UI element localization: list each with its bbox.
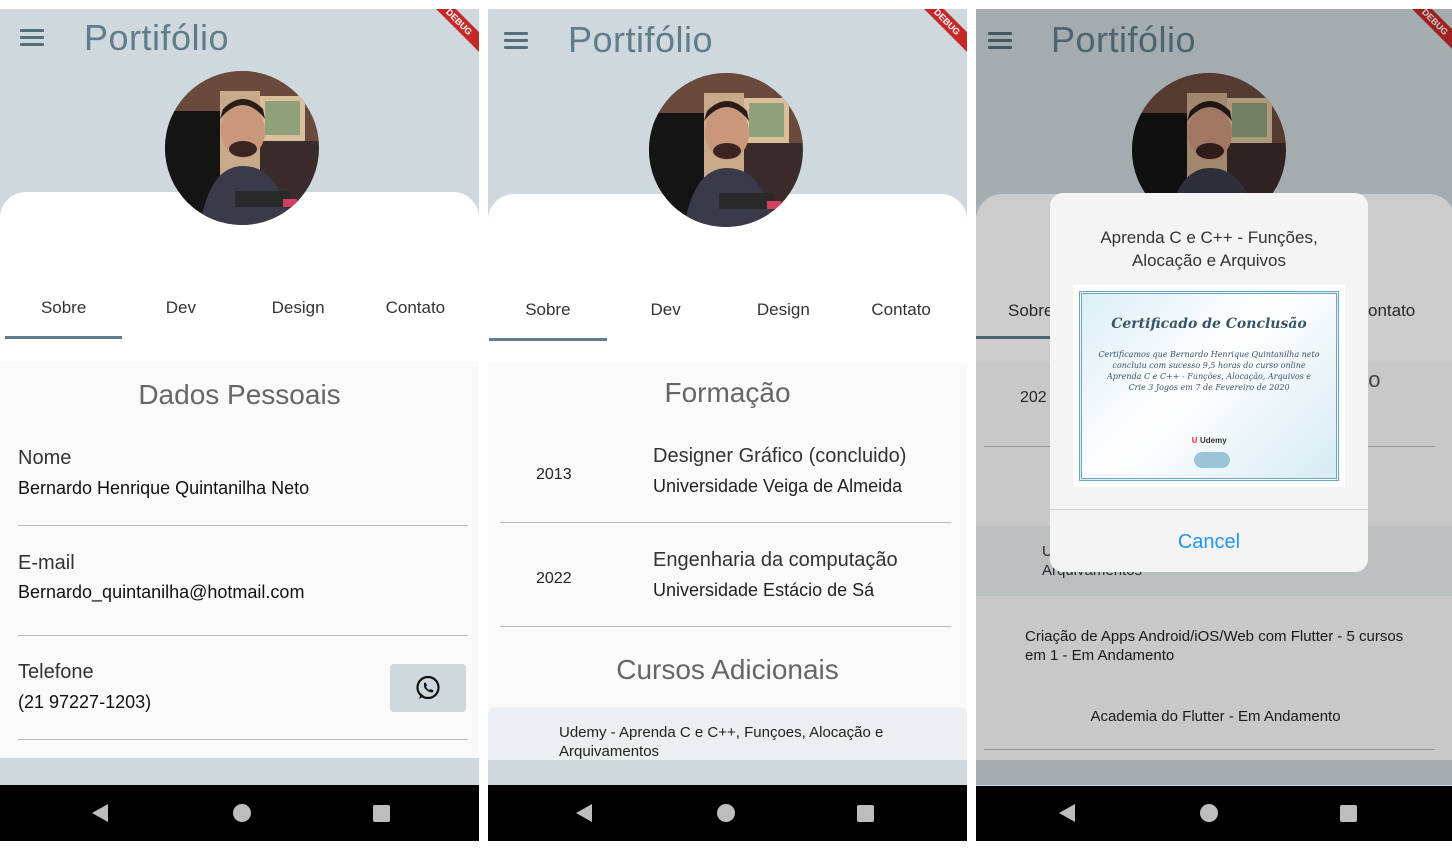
tab-contato[interactable]: Contato	[357, 289, 474, 339]
divider	[18, 739, 468, 740]
menu-icon[interactable]	[504, 32, 528, 50]
tab-contato[interactable]: Contato	[842, 291, 960, 341]
dialog-title: Aprenda C e C++ - Funções, Alocação e Ar…	[1100, 228, 1318, 270]
certificate-body: Certificamos que Bernardo Henrique Quint…	[1098, 350, 1320, 392]
nav-back-icon[interactable]	[576, 804, 592, 822]
content-footer	[488, 760, 967, 786]
divider	[500, 522, 951, 523]
screen-formacao: Portifólio DEBUG Sobre Dev Design Contat…	[488, 9, 967, 841]
extra-course-item: Udemy - Aprenda C e C++, Funçoes, Alocaç…	[559, 724, 884, 760]
divider	[500, 626, 951, 627]
tab-bar: Sobre Dev Design Contato	[489, 291, 960, 341]
nav-home-icon[interactable]	[717, 804, 735, 822]
whatsapp-icon	[416, 675, 440, 700]
certificate-brand: ᑌ Udemy	[1191, 436, 1227, 445]
field-label-telefone: Telefone	[18, 661, 94, 683]
field-value-email: Bernardo_quintanilha@hotmail.com	[18, 582, 305, 602]
screen-certificate-dialog: Portifólio DEBUG Sobre ontato ão 202 U A…	[976, 9, 1452, 841]
system-nav-bar	[0, 785, 479, 841]
nav-back-icon[interactable]	[92, 804, 108, 822]
tab-sobre[interactable]: Sobre	[5, 289, 123, 339]
menu-icon[interactable]	[20, 29, 44, 47]
nav-back-icon[interactable]	[1059, 804, 1075, 822]
avatar	[649, 73, 803, 227]
education-school: Universidade Veiga de Almeida	[653, 476, 903, 496]
nav-home-icon[interactable]	[1200, 804, 1218, 822]
nav-recent-icon[interactable]	[373, 805, 390, 822]
system-nav-bar	[488, 785, 967, 841]
app-title: Portifólio	[568, 19, 714, 60]
certificate-image: Certificado de Conclusão Certificamos qu…	[1073, 285, 1345, 487]
content-footer	[0, 758, 479, 785]
tab-bar: Sobre Dev Design Contato	[5, 289, 474, 339]
cancel-button[interactable]: Cancel	[1050, 515, 1368, 569]
tab-design[interactable]: Design	[240, 289, 357, 339]
tab-dev[interactable]: Dev	[122, 289, 239, 339]
divider	[18, 635, 468, 636]
certificate-seal-icon	[1194, 452, 1230, 468]
education-school: Universidade Estácio de Sá	[653, 580, 875, 600]
app-title: Portifólio	[84, 17, 230, 58]
field-value-nome: Bernardo Henrique Quintanilha Neto	[18, 478, 310, 498]
certificate-heading: Certificado de Conclusão	[1111, 316, 1307, 332]
field-value-telefone: (21 97227-1203)	[18, 692, 152, 712]
tab-dev[interactable]: Dev	[607, 291, 725, 341]
system-nav-bar	[976, 785, 1452, 841]
education-year: 2013	[536, 466, 572, 483]
whatsapp-button[interactable]	[390, 664, 466, 712]
screen-dados-pessoais: Portifólio DEBUG Sobre Dev Design Contat…	[0, 9, 479, 841]
tab-design[interactable]: Design	[725, 291, 843, 341]
section-title-formacao: Formação	[664, 377, 791, 408]
field-label-email: E-mail	[18, 552, 75, 574]
education-course: Designer Gráfico (concluido)	[653, 445, 907, 467]
tab-sobre[interactable]: Sobre	[489, 291, 607, 341]
dialog-divider	[1050, 509, 1368, 510]
nav-recent-icon[interactable]	[1340, 805, 1357, 822]
avatar	[165, 71, 319, 225]
section-title-dados-pessoais: Dados Pessoais	[138, 379, 341, 410]
divider	[18, 525, 468, 526]
field-label-nome: Nome	[18, 447, 72, 469]
education-course: Engenharia da computação	[653, 549, 898, 571]
nav-recent-icon[interactable]	[857, 805, 874, 822]
section-title-cursos-adicionais: Cursos Adicionais	[616, 654, 839, 685]
certificate-dialog: Aprenda C e C++ - Funções, Alocação e Ar…	[1050, 193, 1368, 572]
nav-home-icon[interactable]	[233, 804, 251, 822]
education-year: 2022	[536, 570, 572, 587]
